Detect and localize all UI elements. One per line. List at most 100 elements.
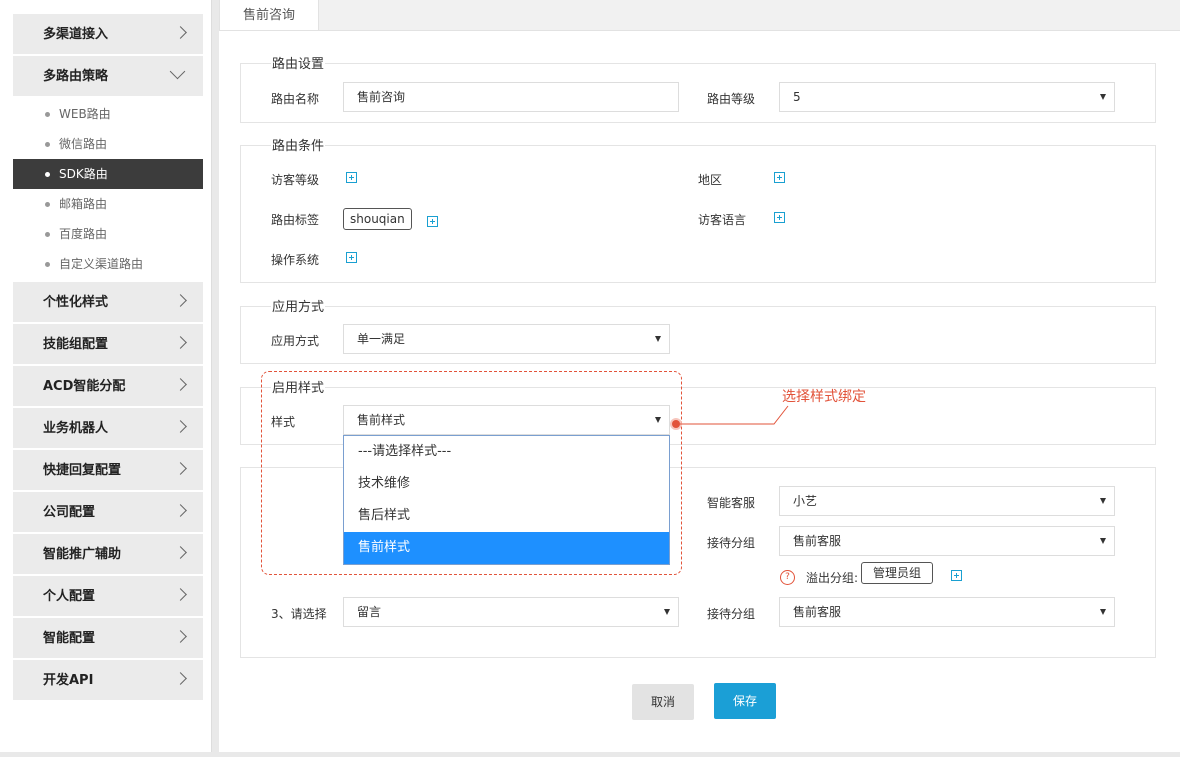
style-dropdown-list: ---请选择样式--- 技术维修 售后样式 售前样式 <box>343 435 670 565</box>
menu-item-smart-config[interactable]: 智能配置 <box>13 618 203 658</box>
overflow-group-label: 溢出分组: <box>806 571 859 585</box>
route-level-select[interactable]: 5 <box>779 82 1115 112</box>
section-title: 应用方式 <box>271 296 326 315</box>
chevron-right-icon <box>174 588 187 601</box>
route-tag-chip[interactable]: shouqian <box>343 208 412 230</box>
annotation-text: 选择样式绑定 <box>782 389 866 405</box>
menu-item-skill-group[interactable]: 技能组配置 <box>13 324 203 364</box>
dropdown-arrow-icon <box>655 336 661 342</box>
chevron-right-icon <box>174 420 187 433</box>
menu-item-label: ACD智能分配 <box>43 379 126 394</box>
menu-item-label: 个性化样式 <box>43 295 109 310</box>
apply-mode-select[interactable]: 单一满足 <box>343 324 670 354</box>
section-title: 路由条件 <box>271 135 326 154</box>
step3-value: 留言 <box>357 605 382 619</box>
menu-item-business-robot[interactable]: 业务机器人 <box>13 408 203 448</box>
menu-item-label: 智能配置 <box>43 631 96 646</box>
reception-group-value: 售前客服 <box>793 534 842 548</box>
sub-item-label: SDK路由 <box>59 167 108 181</box>
chevron-right-icon <box>174 630 187 643</box>
sidebar-item-sdk-route[interactable]: SDK路由 <box>13 159 203 189</box>
dropdown-arrow-icon <box>1100 609 1106 615</box>
reception-group-label-2: 接待分组 <box>707 607 756 621</box>
dropdown-arrow-icon <box>1100 498 1106 504</box>
apply-mode-value: 单一满足 <box>357 332 406 346</box>
sidebar-item-email-route[interactable]: 邮箱路由 <box>13 189 203 219</box>
add-os-plus-icon[interactable] <box>346 252 357 263</box>
dropdown-arrow-icon <box>664 609 670 615</box>
style-option-selected[interactable]: 售前样式 <box>344 532 669 564</box>
sidebar-item-custom-route[interactable]: 自定义渠道路由 <box>13 249 203 279</box>
dropdown-arrow-icon <box>1100 538 1106 544</box>
smart-service-label: 智能客服 <box>707 496 756 510</box>
reception-group-value-2: 售前客服 <box>793 605 842 619</box>
menu-item-smart-promotion[interactable]: 智能推广辅助 <box>13 534 203 574</box>
menu-item-label: 多路由策略 <box>43 69 109 84</box>
chevron-right-icon <box>174 336 187 349</box>
menu-item-multichannel[interactable]: 多渠道接入 <box>13 14 203 54</box>
bullet-icon <box>45 112 50 117</box>
chevron-right-icon <box>174 294 187 307</box>
overflow-group-chip[interactable]: 管理员组 <box>861 562 933 584</box>
menu-item-label: 多渠道接入 <box>43 27 109 42</box>
os-label: 操作系统 <box>271 253 320 267</box>
smart-service-value: 小艺 <box>793 494 818 508</box>
visitor-level-label: 访客等级 <box>271 173 320 187</box>
route-name-value: 售前咨询 <box>357 90 406 104</box>
add-overflow-group-plus-icon[interactable] <box>951 570 962 581</box>
route-level-value: 5 <box>793 90 801 104</box>
chevron-right-icon <box>174 462 187 475</box>
style-option[interactable]: 技术维修 <box>344 468 669 500</box>
help-icon[interactable]: ? <box>780 570 795 585</box>
sidebar-item-baidu-route[interactable]: 百度路由 <box>13 219 203 249</box>
sub-item-label: 自定义渠道路由 <box>59 257 144 271</box>
menu-item-company[interactable]: 公司配置 <box>13 492 203 532</box>
section-title: 路由设置 <box>271 53 326 72</box>
menu-item-personalized-style[interactable]: 个性化样式 <box>13 282 203 322</box>
chevron-right-icon <box>174 672 187 685</box>
route-tag-label: 路由标签 <box>271 213 320 227</box>
smart-service-select[interactable]: 小艺 <box>779 486 1115 516</box>
sidebar-item-wechat-route[interactable]: 微信路由 <box>13 129 203 159</box>
chevron-right-icon <box>174 546 187 559</box>
route-name-label: 路由名称 <box>271 92 320 106</box>
reception-group-select-2[interactable]: 售前客服 <box>779 597 1115 627</box>
bullet-icon <box>45 202 50 207</box>
menu-item-quick-reply[interactable]: 快捷回复配置 <box>13 450 203 490</box>
chevron-right-icon <box>174 378 187 391</box>
annotation-dot <box>672 420 680 428</box>
route-name-input[interactable]: 售前咨询 <box>343 82 679 112</box>
sub-item-label: 微信路由 <box>59 137 108 151</box>
visitor-language-label: 访客语言 <box>698 213 747 227</box>
reception-group-select[interactable]: 售前客服 <box>779 526 1115 556</box>
annotation-callout-line <box>670 405 789 430</box>
sidebar-item-web-route[interactable]: WEB路由 <box>13 99 203 129</box>
menu-item-dev-api[interactable]: 开发API <box>13 660 203 700</box>
menu-item-acd[interactable]: ACD智能分配 <box>13 366 203 406</box>
menu-item-routing-strategy[interactable]: 多路由策略 <box>13 56 203 96</box>
menu-item-label: 公司配置 <box>43 505 96 520</box>
menu-item-label: 开发API <box>43 673 94 688</box>
add-visitor-language-plus-icon[interactable] <box>774 212 785 223</box>
sidebar: 多渠道接入 多路由策略 WEB路由 微信路由 SDK路由 邮箱路由 百度路由 自… <box>0 0 212 752</box>
routing-submenu: WEB路由 微信路由 SDK路由 邮箱路由 百度路由 自定义渠道路由 <box>13 99 203 279</box>
chevron-right-icon <box>174 504 187 517</box>
tab-presale-consult[interactable]: 售前咨询 <box>219 0 319 30</box>
apply-mode-label: 应用方式 <box>271 334 320 348</box>
menu-item-label: 智能推广辅助 <box>43 547 122 562</box>
reception-group-label: 接待分组 <box>707 536 756 550</box>
route-level-label: 路由等级 <box>707 92 756 106</box>
sub-item-label: 百度路由 <box>59 227 108 241</box>
save-button[interactable]: 保存 <box>714 683 776 719</box>
cancel-button[interactable]: 取消 <box>632 684 694 720</box>
style-option[interactable]: ---请选择样式--- <box>344 436 669 468</box>
style-option[interactable]: 售后样式 <box>344 500 669 532</box>
chevron-right-icon <box>174 26 187 39</box>
tab-bar: 售前咨询 <box>219 0 1180 31</box>
sub-item-label: 邮箱路由 <box>59 197 108 211</box>
step3-select[interactable]: 留言 <box>343 597 679 627</box>
add-visitor-level-plus-icon[interactable] <box>346 172 357 183</box>
add-route-tag-plus-icon[interactable] <box>427 216 438 227</box>
add-region-plus-icon[interactable] <box>774 172 785 183</box>
menu-item-personal[interactable]: 个人配置 <box>13 576 203 616</box>
